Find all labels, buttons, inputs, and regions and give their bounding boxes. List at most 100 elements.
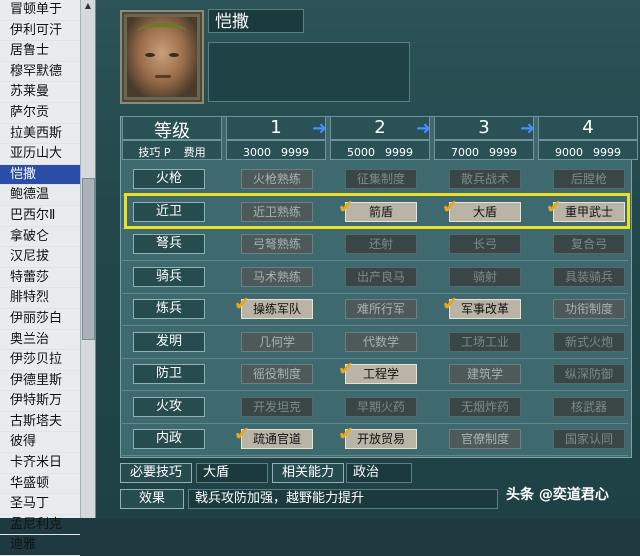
tech-button[interactable]: 复合弓 xyxy=(553,234,625,254)
scroll-thumb[interactable] xyxy=(82,178,95,340)
tech-button[interactable]: 建筑学 xyxy=(449,364,521,384)
leader-list-item[interactable]: 萨尔贡 xyxy=(0,103,80,124)
leader-list-panel: 冒顿单于 伊利可汗 居鲁士 穆罕默德 苏莱曼 萨尔贡 拉美西斯 亚历山大 恺撒 鲍德温 巴西尔Ⅱ 拿破… xyxy=(0,0,96,556)
level-1-skill-cost: 3000 9999 xyxy=(226,140,326,160)
tech-label: 几何学 xyxy=(258,334,295,349)
watermark: 头条 @奕道君心 xyxy=(506,487,609,503)
tech-button[interactable]: 徭役制度 xyxy=(241,364,313,384)
tech-button[interactable]: 火枪熟练 xyxy=(241,169,313,189)
tech-button[interactable]: 代数学 xyxy=(345,331,417,352)
tech-button[interactable]: 纵深防御 xyxy=(553,364,625,384)
leader-list-item[interactable]: 古斯塔夫 xyxy=(0,412,80,433)
leader-list-item[interactable]: 冒顿单于 xyxy=(0,0,80,21)
tech-button[interactable]: 后膛枪 xyxy=(553,169,625,189)
tech-button[interactable]: 征集制度 xyxy=(345,169,417,189)
category-label: 炼兵 xyxy=(133,299,205,319)
cost-points: 9999 xyxy=(385,146,413,159)
checkmark-icon: ✔ xyxy=(442,293,458,315)
leader-list-item[interactable]: 特蕾莎 xyxy=(0,268,80,289)
leader-list-item[interactable]: 腓特烈 xyxy=(0,288,80,309)
leader-list-item[interactable]: 迪雅 xyxy=(0,535,80,556)
tech-button[interactable]: ✔ 疏通官道 xyxy=(234,425,313,449)
tech-button[interactable]: 国家认同 xyxy=(553,429,625,449)
tech-button[interactable]: ✔ 工程学 xyxy=(338,360,417,384)
tech-button[interactable]: 早期火药 xyxy=(345,396,417,417)
leader-list-item[interactable]: 拿破仑 xyxy=(0,227,80,248)
tech-label: 散兵战术 xyxy=(460,172,509,186)
leader-list-item[interactable]: 卡齐米日 xyxy=(0,453,80,474)
leader-list-item[interactable]: 伊德里斯 xyxy=(0,371,80,392)
leader-list-item[interactable]: 苏莱曼 xyxy=(0,82,80,103)
effect-value: 戟兵攻防加强，越野能力提升 xyxy=(188,489,498,509)
leader-list-item[interactable]: 拉美西斯 xyxy=(0,124,80,145)
leader-list-item[interactable]: 华盛顿 xyxy=(0,474,80,495)
skill-points: 3000 xyxy=(243,146,271,159)
tech-button[interactable]: ✔ 操练军队 xyxy=(234,295,313,319)
tech-button[interactable]: 具装骑兵 xyxy=(553,266,625,287)
leader-list-item[interactable]: 汉尼拔 xyxy=(0,247,80,268)
row-divider xyxy=(122,390,628,391)
tech-button[interactable]: 几何学 xyxy=(241,331,313,352)
leader-list-item[interactable]: 伊莎贝拉 xyxy=(0,350,80,371)
leader-list-item[interactable]: 鲍德温 xyxy=(0,185,80,206)
leader-list-item[interactable]: 伊丽莎白 xyxy=(0,309,80,330)
tech-button[interactable]: 出产良马 xyxy=(345,266,417,287)
laurel-wreath-icon xyxy=(137,23,187,41)
tech-label: 官僚制度 xyxy=(460,432,509,446)
leader-list-item[interactable]: 巴西尔Ⅱ xyxy=(0,206,80,227)
portrait-eye xyxy=(145,53,155,57)
leader-list-item[interactable]: 奥兰治 xyxy=(0,330,80,351)
tech-button[interactable]: ✔ 军事改革 xyxy=(442,295,521,319)
tech-button[interactable]: 还射 xyxy=(345,234,417,254)
tech-button[interactable]: 工场工业 xyxy=(449,331,521,352)
category-label: 内政 xyxy=(133,429,205,449)
tech-label: 疏通官道 xyxy=(252,432,301,446)
leader-list-item[interactable]: 居鲁士 xyxy=(0,41,80,62)
tech-button[interactable]: 弓弩熟练 xyxy=(241,234,313,254)
tech-label: 工场工业 xyxy=(460,334,509,349)
leader-list-item[interactable]: 穆罕默德 xyxy=(0,62,80,83)
level-number: 4 xyxy=(582,117,594,138)
leader-list-item[interactable]: 伊利可汗 xyxy=(0,21,80,42)
required-skill-value: 大盾 xyxy=(196,463,268,483)
leader-list-item[interactable]: 伊特斯万 xyxy=(0,391,80,412)
tech-label: 骑射 xyxy=(472,269,497,284)
leader-list-item[interactable]: 圣马丁 xyxy=(0,494,80,515)
level-3-header: 3 xyxy=(434,116,534,140)
category-label: 发明 xyxy=(133,331,205,352)
tech-button[interactable]: 长弓 xyxy=(449,234,521,254)
list-scrollbar[interactable]: ▲ xyxy=(80,0,95,518)
required-skill-label: 必要技巧 xyxy=(120,463,192,483)
tech-label: 长弓 xyxy=(472,237,497,251)
scroll-up-icon[interactable]: ▲ xyxy=(81,0,95,12)
skill-points: 9000 xyxy=(555,146,583,159)
tech-button[interactable]: 开发坦克 xyxy=(241,396,313,417)
leader-portrait-frame xyxy=(120,10,204,104)
tech-label: 早期火药 xyxy=(356,399,405,414)
leader-list-item[interactable]: 恺撒 xyxy=(0,164,80,186)
tech-button[interactable]: 马术熟练 xyxy=(241,266,313,287)
tech-button[interactable]: 核武器 xyxy=(553,396,625,417)
leader-list-item[interactable]: 亚历山大 xyxy=(0,144,80,165)
tech-button[interactable]: 官僚制度 xyxy=(449,429,521,449)
tech-button[interactable]: ✔ 开放贸易 xyxy=(338,425,417,449)
tech-label: 无烟炸药 xyxy=(460,399,509,414)
tech-button[interactable]: 骑射 xyxy=(449,266,521,287)
tech-label: 火枪熟练 xyxy=(252,172,301,186)
checkmark-icon: ✔ xyxy=(234,293,250,315)
skill-cost-header-cell: 技巧 P 费用 xyxy=(122,140,222,160)
tech-label: 具装骑兵 xyxy=(564,269,613,284)
leader-description-box xyxy=(208,42,410,102)
leader-list-item[interactable]: 彼得 xyxy=(0,432,80,454)
tech-label: 工程学 xyxy=(362,367,399,381)
tech-button[interactable]: 难所行军 xyxy=(345,299,417,319)
tech-button[interactable]: 功衔制度 xyxy=(553,299,625,319)
level-header-cell: 等级 xyxy=(122,116,222,142)
leader-name: 恺撒 xyxy=(208,9,304,33)
tech-label: 复合弓 xyxy=(570,237,607,251)
tech-button[interactable]: 散兵战术 xyxy=(449,169,521,189)
tech-button[interactable]: 无烟炸药 xyxy=(449,396,521,417)
category-label: 火攻 xyxy=(133,396,205,417)
tech-button[interactable]: 新式火炮 xyxy=(553,331,625,352)
tech-label: 国家认同 xyxy=(564,432,613,446)
